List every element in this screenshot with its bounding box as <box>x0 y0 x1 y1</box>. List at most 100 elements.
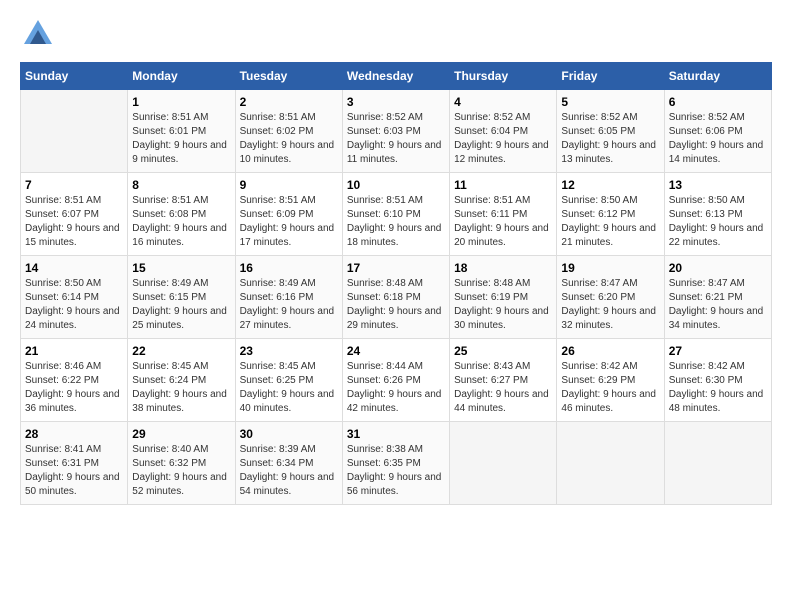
day-number: 28 <box>25 427 123 441</box>
day-cell: 12 Sunrise: 8:50 AM Sunset: 6:12 PM Dayli… <box>557 173 664 256</box>
header-row <box>20 16 772 52</box>
day-cell: 14Sunrise: 8:50 AM Sunset: 6:14 PM Dayli… <box>21 256 128 339</box>
day-cell: 8 Sunrise: 8:51 AM Sunset: 6:08 PM Daylig… <box>128 173 235 256</box>
day-cell: 5 Sunrise: 8:52 AM Sunset: 6:05 PM Daylig… <box>557 90 664 173</box>
day-cell: 23Sunrise: 8:45 AM Sunset: 6:25 PM Dayli… <box>235 339 342 422</box>
day-cell <box>557 422 664 505</box>
day-detail: Sunrise: 8:51 AM Sunset: 6:01 PM Dayligh… <box>132 111 230 167</box>
day-cell: 26 Sunrise: 8:42 AM Sunset: 6:29 PM Dayli… <box>557 339 664 422</box>
day-number: 13 <box>669 178 767 192</box>
calendar-container: SundayMondayTuesdayWednesdayThursdayFrid… <box>0 0 792 515</box>
day-header-friday: Friday <box>557 63 664 90</box>
day-detail: Sunrise: 8:51 AM Sunset: 6:02 PM Dayligh… <box>240 111 338 167</box>
day-number: 24 <box>347 344 445 358</box>
day-cell: 9 Sunrise: 8:51 AM Sunset: 6:09 PM Daylig… <box>235 173 342 256</box>
day-number: 4 <box>454 95 552 109</box>
day-detail: Sunrise: 8:39 AM Sunset: 6:34 PM Dayligh… <box>240 443 338 499</box>
day-detail: Sunrise: 8:42 AM Sunset: 6:29 PM Dayligh… <box>561 360 659 416</box>
day-cell: 31 Sunrise: 8:38 AM Sunset: 6:35 PM Dayli… <box>342 422 449 505</box>
day-detail: Sunrise: 8:50 AM Sunset: 6:13 PM Dayligh… <box>669 194 767 250</box>
day-header-saturday: Saturday <box>664 63 771 90</box>
day-number: 9 <box>240 178 338 192</box>
logo <box>20 16 56 52</box>
day-cell: 13 Sunrise: 8:50 AM Sunset: 6:13 PM Dayli… <box>664 173 771 256</box>
day-detail: Sunrise: 8:50 AM Sunset: 6:14 PM Dayligh… <box>25 277 123 333</box>
day-number: 21 <box>25 344 123 358</box>
day-cell: 27 Sunrise: 8:42 AM Sunset: 6:30 PM Dayli… <box>664 339 771 422</box>
day-number: 25 <box>454 344 552 358</box>
day-cell: 11Sunrise: 8:51 AM Sunset: 6:11 PM Dayli… <box>450 173 557 256</box>
day-detail: Sunrise: 8:46 AM Sunset: 6:22 PM Dayligh… <box>25 360 123 416</box>
day-detail: Sunrise: 8:47 AM Sunset: 6:20 PM Dayligh… <box>561 277 659 333</box>
day-number: 5 <box>561 95 659 109</box>
day-number: 19 <box>561 261 659 275</box>
day-number: 15 <box>132 261 230 275</box>
day-number: 12 <box>561 178 659 192</box>
day-detail: Sunrise: 8:51 AM Sunset: 6:11 PM Dayligh… <box>454 194 552 250</box>
day-detail: Sunrise: 8:49 AM Sunset: 6:15 PM Dayligh… <box>132 277 230 333</box>
day-header-monday: Monday <box>128 63 235 90</box>
day-number: 17 <box>347 261 445 275</box>
day-detail: Sunrise: 8:52 AM Sunset: 6:03 PM Dayligh… <box>347 111 445 167</box>
day-detail: Sunrise: 8:40 AM Sunset: 6:32 PM Dayligh… <box>132 443 230 499</box>
day-cell: 17Sunrise: 8:48 AM Sunset: 6:18 PM Dayli… <box>342 256 449 339</box>
day-number: 30 <box>240 427 338 441</box>
day-cell: 6 Sunrise: 8:52 AM Sunset: 6:06 PM Daylig… <box>664 90 771 173</box>
logo-icon <box>20 16 56 52</box>
day-cell <box>450 422 557 505</box>
day-detail: Sunrise: 8:50 AM Sunset: 6:12 PM Dayligh… <box>561 194 659 250</box>
day-cell: 1Sunrise: 8:51 AM Sunset: 6:01 PM Daylig… <box>128 90 235 173</box>
day-number: 3 <box>347 95 445 109</box>
week-row-5: 28 Sunrise: 8:41 AM Sunset: 6:31 PM Dayli… <box>21 422 772 505</box>
day-cell: 22Sunrise: 8:45 AM Sunset: 6:24 PM Dayli… <box>128 339 235 422</box>
day-cell: 2 Sunrise: 8:51 AM Sunset: 6:02 PM Daylig… <box>235 90 342 173</box>
day-cell: 24Sunrise: 8:44 AM Sunset: 6:26 PM Dayli… <box>342 339 449 422</box>
day-cell: 21 Sunrise: 8:46 AM Sunset: 6:22 PM Dayli… <box>21 339 128 422</box>
day-cell <box>21 90 128 173</box>
day-detail: Sunrise: 8:42 AM Sunset: 6:30 PM Dayligh… <box>669 360 767 416</box>
day-number: 27 <box>669 344 767 358</box>
day-cell: 25 Sunrise: 8:43 AM Sunset: 6:27 PM Dayli… <box>450 339 557 422</box>
day-detail: Sunrise: 8:45 AM Sunset: 6:24 PM Dayligh… <box>132 360 230 416</box>
day-number: 6 <box>669 95 767 109</box>
day-cell: 7Sunrise: 8:51 AM Sunset: 6:07 PM Daylig… <box>21 173 128 256</box>
header-row-days: SundayMondayTuesdayWednesdayThursdayFrid… <box>21 63 772 90</box>
calendar-table: SundayMondayTuesdayWednesdayThursdayFrid… <box>20 62 772 505</box>
day-number: 16 <box>240 261 338 275</box>
day-detail: Sunrise: 8:52 AM Sunset: 6:05 PM Dayligh… <box>561 111 659 167</box>
week-row-2: 7Sunrise: 8:51 AM Sunset: 6:07 PM Daylig… <box>21 173 772 256</box>
day-detail: Sunrise: 8:43 AM Sunset: 6:27 PM Dayligh… <box>454 360 552 416</box>
day-number: 29 <box>132 427 230 441</box>
day-detail: Sunrise: 8:38 AM Sunset: 6:35 PM Dayligh… <box>347 443 445 499</box>
day-number: 26 <box>561 344 659 358</box>
day-detail: Sunrise: 8:49 AM Sunset: 6:16 PM Dayligh… <box>240 277 338 333</box>
day-number: 10 <box>347 178 445 192</box>
day-cell: 20Sunrise: 8:47 AM Sunset: 6:21 PM Dayli… <box>664 256 771 339</box>
day-cell: 16 Sunrise: 8:49 AM Sunset: 6:16 PM Dayli… <box>235 256 342 339</box>
day-cell: 29 Sunrise: 8:40 AM Sunset: 6:32 PM Dayli… <box>128 422 235 505</box>
day-detail: Sunrise: 8:41 AM Sunset: 6:31 PM Dayligh… <box>25 443 123 499</box>
day-number: 31 <box>347 427 445 441</box>
day-detail: Sunrise: 8:51 AM Sunset: 6:10 PM Dayligh… <box>347 194 445 250</box>
day-cell: 10 Sunrise: 8:51 AM Sunset: 6:10 PM Dayli… <box>342 173 449 256</box>
week-row-4: 21 Sunrise: 8:46 AM Sunset: 6:22 PM Dayli… <box>21 339 772 422</box>
day-detail: Sunrise: 8:51 AM Sunset: 6:08 PM Dayligh… <box>132 194 230 250</box>
day-detail: Sunrise: 8:51 AM Sunset: 6:09 PM Dayligh… <box>240 194 338 250</box>
day-cell: 30 Sunrise: 8:39 AM Sunset: 6:34 PM Dayli… <box>235 422 342 505</box>
day-header-thursday: Thursday <box>450 63 557 90</box>
day-cell: 28 Sunrise: 8:41 AM Sunset: 6:31 PM Dayli… <box>21 422 128 505</box>
day-detail: Sunrise: 8:45 AM Sunset: 6:25 PM Dayligh… <box>240 360 338 416</box>
day-number: 7 <box>25 178 123 192</box>
week-row-1: 1Sunrise: 8:51 AM Sunset: 6:01 PM Daylig… <box>21 90 772 173</box>
day-cell <box>664 422 771 505</box>
day-number: 20 <box>669 261 767 275</box>
day-number: 2 <box>240 95 338 109</box>
day-detail: Sunrise: 8:52 AM Sunset: 6:06 PM Dayligh… <box>669 111 767 167</box>
day-number: 8 <box>132 178 230 192</box>
day-detail: Sunrise: 8:48 AM Sunset: 6:19 PM Dayligh… <box>454 277 552 333</box>
day-cell: 15 Sunrise: 8:49 AM Sunset: 6:15 PM Dayli… <box>128 256 235 339</box>
day-number: 18 <box>454 261 552 275</box>
day-cell: 18 Sunrise: 8:48 AM Sunset: 6:19 PM Dayli… <box>450 256 557 339</box>
day-cell: 4Sunrise: 8:52 AM Sunset: 6:04 PM Daylig… <box>450 90 557 173</box>
day-header-sunday: Sunday <box>21 63 128 90</box>
